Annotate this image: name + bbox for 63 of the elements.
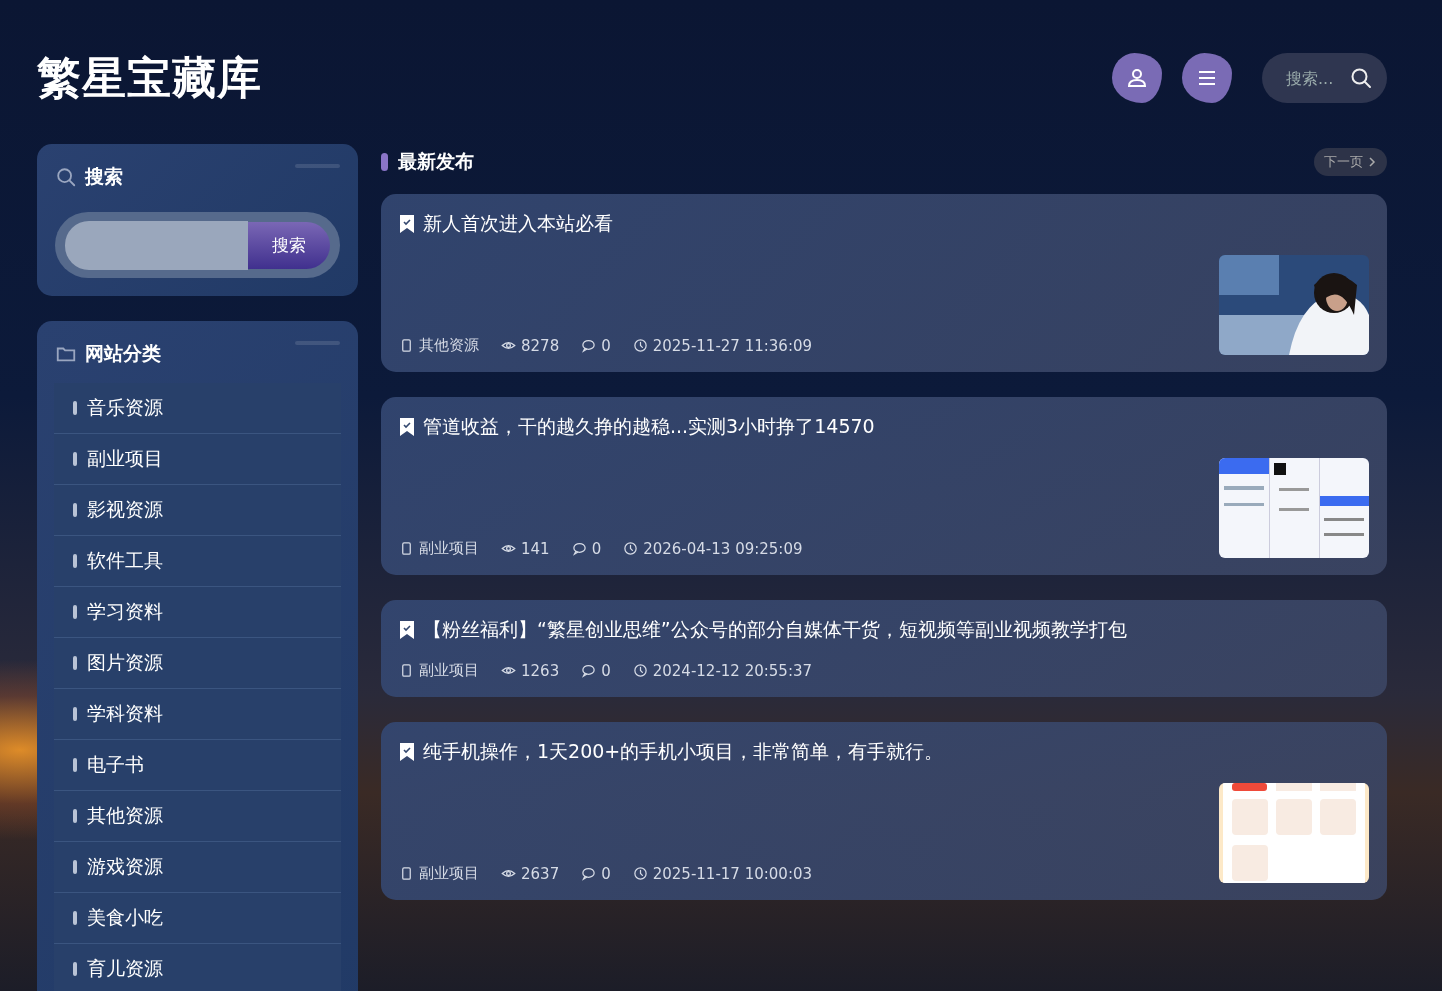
search-icon — [1349, 66, 1373, 90]
comment-icon — [571, 541, 587, 556]
next-page-button[interactable]: 下一页 — [1314, 148, 1387, 176]
comment-count: 0 — [601, 336, 611, 355]
post-category[interactable]: 副业项目 — [419, 661, 479, 680]
category-item[interactable]: 图片资源 — [54, 638, 341, 689]
category-item[interactable]: 美食小吃 — [54, 893, 341, 944]
category-item[interactable]: 学科资料 — [54, 689, 341, 740]
post-title[interactable]: 新人首次进入本站必看 — [423, 211, 613, 237]
bookmark-icon — [399, 417, 415, 437]
category-item[interactable]: 副业项目 — [54, 434, 341, 485]
section-marker — [381, 153, 388, 171]
header-search-field[interactable]: 搜索... — [1262, 53, 1387, 103]
document-icon — [399, 866, 414, 881]
chevron-icon — [1367, 157, 1377, 167]
comment-icon — [581, 338, 597, 353]
category-item[interactable]: 影视资源 — [54, 485, 341, 536]
comment-count: 0 — [601, 661, 611, 680]
document-icon — [399, 541, 414, 556]
post-category[interactable]: 其他资源 — [419, 336, 479, 355]
post-title[interactable]: 管道收益，干的越久挣的越稳...实测3小时挣了14570 — [423, 414, 875, 440]
panel-title: 网站分类 — [85, 341, 161, 366]
category-item[interactable]: 育儿资源 — [54, 944, 341, 991]
post-date: 2026-04-13 09:25:09 — [643, 539, 803, 558]
category-item[interactable]: 音乐资源 — [54, 383, 341, 434]
search-icon — [55, 166, 77, 188]
bookmark-icon — [399, 214, 415, 234]
comment-icon — [581, 663, 597, 678]
document-icon — [399, 338, 414, 353]
clock-icon — [623, 541, 639, 556]
category-item[interactable]: 游戏资源 — [54, 842, 341, 893]
category-item[interactable]: 电子书 — [54, 740, 341, 791]
post-title[interactable]: 【粉丝福利】“繁星创业思维”公众号的部分自媒体干货，短视频等副业视频教学打包 — [423, 617, 1127, 643]
bookmark-icon — [399, 742, 415, 762]
comment-icon — [581, 866, 597, 881]
view-count: 1263 — [521, 661, 560, 680]
panel-title: 搜索 — [85, 164, 123, 189]
post-date: 2024-12-12 20:55:37 — [652, 661, 813, 680]
search-button[interactable]: 搜索 — [248, 221, 330, 269]
user-button[interactable] — [1112, 53, 1162, 103]
view-count: 2637 — [521, 864, 560, 883]
site-title: 繁星宝藏库 — [37, 50, 263, 105]
view-count: 141 — [521, 539, 550, 558]
section-title: 最新发布 — [398, 149, 475, 174]
menu-button[interactable] — [1182, 53, 1232, 103]
document-icon — [399, 663, 414, 678]
clock-icon — [632, 866, 648, 881]
bookmark-icon — [399, 620, 415, 640]
view-count: 8278 — [521, 336, 560, 355]
category-item[interactable]: 软件工具 — [54, 536, 341, 587]
post-date: 2025-11-17 10:00:03 — [652, 864, 813, 883]
post-category[interactable]: 副业项目 — [419, 864, 479, 883]
comment-count: 0 — [601, 864, 611, 883]
post-title[interactable]: 纯手机操作，1天200+的手机小项目，非常简单，有手就行。 — [423, 739, 944, 765]
search-field[interactable]: 搜索 — [55, 212, 340, 278]
category-item[interactable]: 学习资料 — [54, 587, 341, 638]
clock-icon — [632, 338, 648, 353]
clock-icon — [632, 663, 648, 678]
category-item[interactable]: 其他资源 — [54, 791, 341, 842]
comment-count: 0 — [591, 539, 602, 558]
post-category[interactable]: 副业项目 — [419, 539, 479, 558]
post-date: 2025-11-27 11:36:09 — [652, 336, 813, 355]
user-icon — [1125, 66, 1149, 90]
